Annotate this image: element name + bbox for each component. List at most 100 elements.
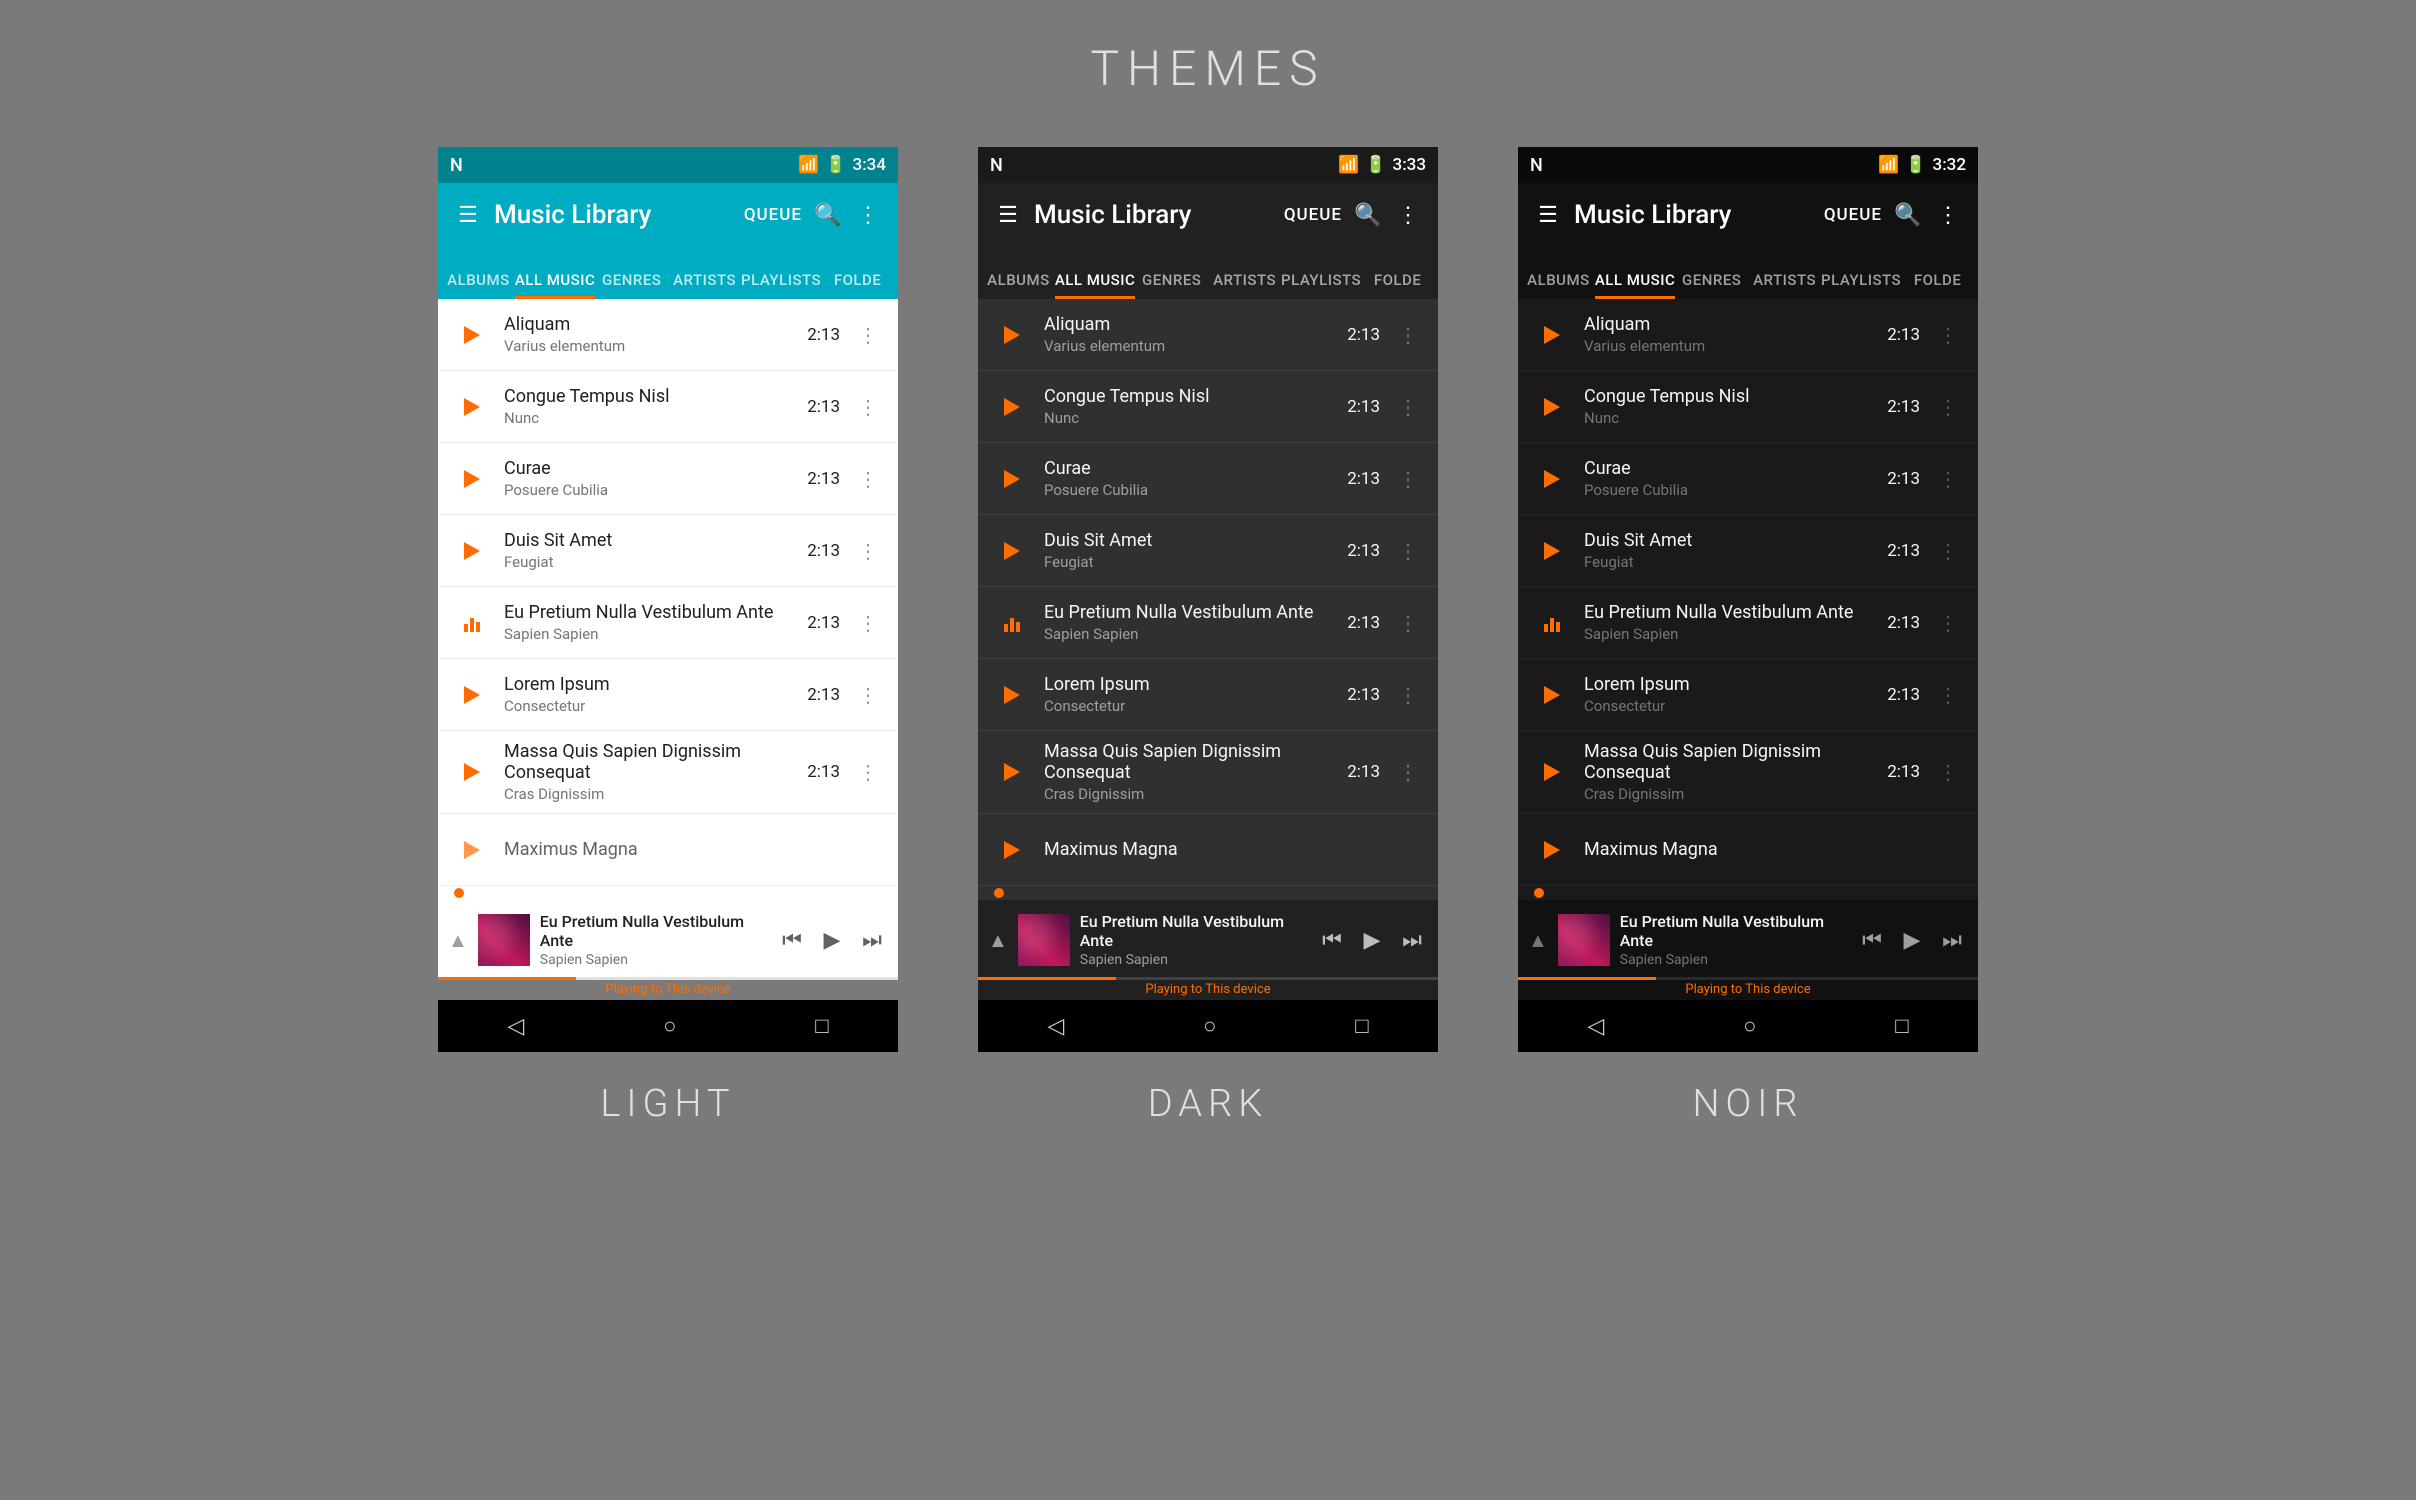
play-icon-2-light[interactable] — [454, 389, 490, 425]
bars-icon-5-light[interactable] — [454, 605, 490, 641]
song-more-3-dark[interactable]: ⋮ — [1394, 463, 1422, 495]
search-icon-dark[interactable]: 🔍 — [1354, 203, 1382, 228]
now-playing-dark[interactable]: ▲ Eu Pretium Nulla Vestibulum Ante Sapie… — [978, 900, 1438, 980]
song-more-3-noir[interactable]: ⋮ — [1934, 463, 1962, 495]
chevron-up-dark[interactable]: ▲ — [988, 928, 1008, 953]
play-icon-7-noir[interactable] — [1534, 754, 1570, 790]
song-more-5-dark[interactable]: ⋮ — [1394, 607, 1422, 639]
song-more-1-light[interactable]: ⋮ — [854, 319, 882, 351]
song-more-7-noir[interactable]: ⋮ — [1934, 756, 1962, 788]
play-icon-1-light[interactable] — [454, 317, 490, 353]
tab-playlists-dark[interactable]: PLAYLISTS — [1281, 271, 1361, 299]
play-icon-2-dark[interactable] — [994, 389, 1030, 425]
song-more-4-dark[interactable]: ⋮ — [1394, 535, 1422, 567]
now-playing-light[interactable]: ▲ Eu Pretium Nulla Vestibulum Ante Sapie… — [438, 900, 898, 980]
more-icon-noir[interactable]: ⋮ — [1934, 203, 1962, 228]
tab-genres-light[interactable]: GENRES — [595, 271, 668, 299]
play-icon-6-light[interactable] — [454, 677, 490, 713]
song-more-1-dark[interactable]: ⋮ — [1394, 319, 1422, 351]
tab-playlists-noir[interactable]: PLAYLISTS — [1821, 271, 1901, 299]
song-more-6-light[interactable]: ⋮ — [854, 679, 882, 711]
tab-albums-light[interactable]: ALBUMS — [442, 271, 515, 299]
play-icon-2-noir[interactable] — [1534, 389, 1570, 425]
recents-nav-light[interactable]: □ — [815, 1013, 828, 1039]
menu-icon-noir[interactable]: ☰ — [1534, 203, 1562, 228]
play-icon-1-noir[interactable] — [1534, 317, 1570, 353]
song-more-2-light[interactable]: ⋮ — [854, 391, 882, 423]
play-button-light[interactable]: ▶ — [816, 928, 848, 953]
song-item-3-dark[interactable]: Curae Posuere Cubilia 2:13 ⋮ — [978, 443, 1438, 515]
prev-button-dark[interactable]: ⏮ — [1316, 928, 1348, 953]
play-icon-4-light[interactable] — [454, 533, 490, 569]
song-item-8-light[interactable]: Maximus Magna — [438, 814, 898, 886]
tab-artists-noir[interactable]: ARTISTS — [1748, 271, 1821, 299]
song-item-7-dark[interactable]: Massa Quis Sapien Dignissim Consequat Cr… — [978, 731, 1438, 814]
song-more-5-noir[interactable]: ⋮ — [1934, 607, 1962, 639]
back-nav-dark[interactable]: ◁ — [1047, 1014, 1064, 1039]
tab-folders-dark[interactable]: FOLDE — [1361, 271, 1434, 299]
play-icon-3-light[interactable] — [454, 461, 490, 497]
song-item-5-light[interactable]: Eu Pretium Nulla Vestibulum Ante Sapien … — [438, 587, 898, 659]
tab-artists-dark[interactable]: ARTISTS — [1208, 271, 1281, 299]
tab-allmusic-noir[interactable]: ALL MUSIC — [1595, 271, 1675, 299]
now-playing-noir[interactable]: ▲ Eu Pretium Nulla Vestibulum Ante Sapie… — [1518, 900, 1978, 980]
home-nav-noir[interactable]: ○ — [1743, 1013, 1756, 1039]
play-icon-8-light[interactable] — [454, 832, 490, 868]
recents-nav-noir[interactable]: □ — [1895, 1013, 1908, 1039]
song-item-2-dark[interactable]: Congue Tempus Nisl Nunc 2:13 ⋮ — [978, 371, 1438, 443]
tab-allmusic-light[interactable]: ALL MUSIC — [515, 271, 595, 299]
play-icon-3-noir[interactable] — [1534, 461, 1570, 497]
song-more-4-noir[interactable]: ⋮ — [1934, 535, 1962, 567]
song-item-5-dark[interactable]: Eu Pretium Nulla Vestibulum Ante Sapien … — [978, 587, 1438, 659]
play-icon-3-dark[interactable] — [994, 461, 1030, 497]
search-icon-light[interactable]: 🔍 — [814, 203, 842, 228]
play-icon-7-dark[interactable] — [994, 754, 1030, 790]
more-icon-dark[interactable]: ⋮ — [1394, 203, 1422, 228]
song-item-4-dark[interactable]: Duis Sit Amet Feugiat 2:13 ⋮ — [978, 515, 1438, 587]
back-nav-noir[interactable]: ◁ — [1587, 1014, 1604, 1039]
play-button-noir[interactable]: ▶ — [1896, 928, 1928, 953]
tab-genres-dark[interactable]: GENRES — [1135, 271, 1208, 299]
home-nav-light[interactable]: ○ — [663, 1013, 676, 1039]
play-icon-4-noir[interactable] — [1534, 533, 1570, 569]
bars-icon-5-dark[interactable] — [994, 605, 1030, 641]
back-nav-light[interactable]: ◁ — [507, 1014, 524, 1039]
tab-allmusic-dark[interactable]: ALL MUSIC — [1055, 271, 1135, 299]
song-more-7-dark[interactable]: ⋮ — [1394, 756, 1422, 788]
tab-albums-noir[interactable]: ALBUMS — [1522, 271, 1595, 299]
prev-button-noir[interactable]: ⏮ — [1856, 928, 1888, 953]
song-item-6-noir[interactable]: Lorem Ipsum Consectetur 2:13 ⋮ — [1518, 659, 1978, 731]
song-item-4-noir[interactable]: Duis Sit Amet Feugiat 2:13 ⋮ — [1518, 515, 1978, 587]
search-icon-noir[interactable]: 🔍 — [1894, 203, 1922, 228]
play-icon-4-dark[interactable] — [994, 533, 1030, 569]
song-item-1-light[interactable]: Aliquam Varius elementum 2:13 ⋮ — [438, 299, 898, 371]
song-more-6-noir[interactable]: ⋮ — [1934, 679, 1962, 711]
chevron-up-light[interactable]: ▲ — [448, 928, 468, 953]
song-item-8-dark[interactable]: Maximus Magna — [978, 814, 1438, 886]
song-more-6-dark[interactable]: ⋮ — [1394, 679, 1422, 711]
song-more-7-light[interactable]: ⋮ — [854, 756, 882, 788]
song-item-3-light[interactable]: Curae Posuere Cubilia 2:13 ⋮ — [438, 443, 898, 515]
song-item-7-light[interactable]: Massa Quis Sapien Dignissim Consequat Cr… — [438, 731, 898, 814]
play-icon-8-dark[interactable] — [994, 832, 1030, 868]
chevron-up-noir[interactable]: ▲ — [1528, 928, 1548, 953]
song-more-4-light[interactable]: ⋮ — [854, 535, 882, 567]
song-item-5-noir[interactable]: Eu Pretium Nulla Vestibulum Ante Sapien … — [1518, 587, 1978, 659]
song-item-6-dark[interactable]: Lorem Ipsum Consectetur 2:13 ⋮ — [978, 659, 1438, 731]
song-item-1-dark[interactable]: Aliquam Varius elementum 2:13 ⋮ — [978, 299, 1438, 371]
menu-icon-dark[interactable]: ☰ — [994, 203, 1022, 228]
menu-icon-light[interactable]: ☰ — [454, 203, 482, 228]
play-icon-6-dark[interactable] — [994, 677, 1030, 713]
tab-artists-light[interactable]: ARTISTS — [668, 271, 741, 299]
song-item-1-noir[interactable]: Aliquam Varius elementum 2:13 ⋮ — [1518, 299, 1978, 371]
tab-folders-noir[interactable]: FOLDE — [1901, 271, 1974, 299]
play-icon-8-noir[interactable] — [1534, 832, 1570, 868]
song-item-3-noir[interactable]: Curae Posuere Cubilia 2:13 ⋮ — [1518, 443, 1978, 515]
song-more-1-noir[interactable]: ⋮ — [1934, 319, 1962, 351]
tab-folders-light[interactable]: FOLDE — [821, 271, 894, 299]
queue-button-dark[interactable]: QUEUE — [1284, 205, 1342, 225]
play-icon-7-light[interactable] — [454, 754, 490, 790]
song-more-2-dark[interactable]: ⋮ — [1394, 391, 1422, 423]
song-more-2-noir[interactable]: ⋮ — [1934, 391, 1962, 423]
next-button-noir[interactable]: ⏭ — [1936, 928, 1968, 953]
